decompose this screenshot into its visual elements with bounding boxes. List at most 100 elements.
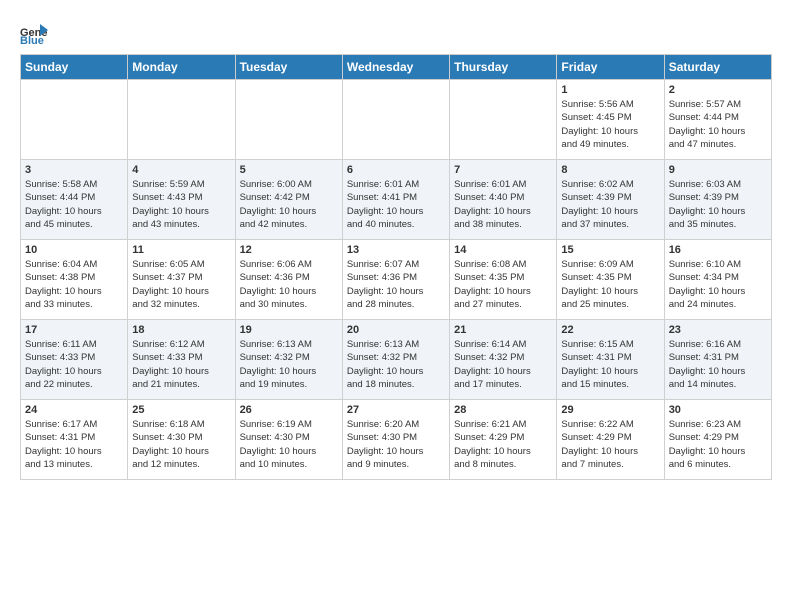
calendar-cell: 28 Sunrise: 6:21 AM Sunset: 4:29 PM Dayli… [450,400,557,480]
day-number: 21 [454,324,552,336]
day-number: 30 [669,404,767,416]
day-info: Sunrise: 6:21 AM Sunset: 4:29 PM Dayligh… [454,418,552,471]
day-number: 14 [454,244,552,256]
calendar-cell: 9Sunrise: 6:03 AM Sunset: 4:39 PM Daylig… [664,160,771,240]
day-number: 2 [669,84,767,96]
calendar-cell: 19 Sunrise: 6:13 AM Sunset: 4:32 PM Dayli… [235,320,342,400]
day-info: Sunrise: 6:07 AM Sunset: 4:36 PM Dayligh… [347,258,445,311]
calendar-cell [128,80,235,160]
header: General Blue [20,16,772,44]
calendar-cell: 1 Sunrise: 5:56 AM Sunset: 4:45 PM Daylig… [557,80,664,160]
calendar-cell: 11 Sunrise: 6:05 AM Sunset: 4:37 PM Dayli… [128,240,235,320]
calendar-cell: 10 Sunrise: 6:04 AM Sunset: 4:38 PM Dayli… [21,240,128,320]
day-info: Sunrise: 5:57 AM Sunset: 4:44 PM Dayligh… [669,98,767,151]
calendar-cell: 3Sunrise: 5:58 AM Sunset: 4:44 PM Daylig… [21,160,128,240]
calendar-cell: 14Sunrise: 6:08 AM Sunset: 4:35 PM Dayli… [450,240,557,320]
calendar-header-row: SundayMondayTuesdayWednesdayThursdayFrid… [21,55,772,80]
calendar-cell: 29 Sunrise: 6:22 AM Sunset: 4:29 PM Dayli… [557,400,664,480]
day-number: 13 [347,244,445,256]
calendar-week-5: 24Sunrise: 6:17 AM Sunset: 4:31 PM Dayli… [21,400,772,480]
calendar-cell: 15Sunrise: 6:09 AM Sunset: 4:35 PM Dayli… [557,240,664,320]
day-info: Sunrise: 6:18 AM Sunset: 4:30 PM Dayligh… [132,418,230,471]
day-info: Sunrise: 6:19 AM Sunset: 4:30 PM Dayligh… [240,418,338,471]
day-info: Sunrise: 6:04 AM Sunset: 4:38 PM Dayligh… [25,258,123,311]
calendar-week-3: 10 Sunrise: 6:04 AM Sunset: 4:38 PM Dayli… [21,240,772,320]
calendar-cell: 16Sunrise: 6:10 AM Sunset: 4:34 PM Dayli… [664,240,771,320]
day-number: 6 [347,164,445,176]
calendar-cell: 30Sunrise: 6:23 AM Sunset: 4:29 PM Dayli… [664,400,771,480]
day-info: Sunrise: 6:14 AM Sunset: 4:32 PM Dayligh… [454,338,552,391]
day-number: 28 [454,404,552,416]
calendar-cell [235,80,342,160]
day-number: 18 [132,324,230,336]
calendar-cell: 18Sunrise: 6:12 AM Sunset: 4:33 PM Dayli… [128,320,235,400]
logo: General Blue [20,16,50,44]
calendar-cell: 5Sunrise: 6:00 AM Sunset: 4:42 PM Daylig… [235,160,342,240]
day-info: Sunrise: 6:13 AM Sunset: 4:32 PM Dayligh… [347,338,445,391]
calendar-cell: 7 Sunrise: 6:01 AM Sunset: 4:40 PM Daylig… [450,160,557,240]
day-info: Sunrise: 6:09 AM Sunset: 4:35 PM Dayligh… [561,258,659,311]
day-info: Sunrise: 6:02 AM Sunset: 4:39 PM Dayligh… [561,178,659,231]
day-header-friday: Friday [557,55,664,80]
day-info: Sunrise: 6:05 AM Sunset: 4:37 PM Dayligh… [132,258,230,311]
day-number: 4 [132,164,230,176]
day-number: 19 [240,324,338,336]
day-number: 25 [132,404,230,416]
day-number: 26 [240,404,338,416]
day-info: Sunrise: 6:17 AM Sunset: 4:31 PM Dayligh… [25,418,123,471]
calendar: SundayMondayTuesdayWednesdayThursdayFrid… [20,54,772,480]
day-info: Sunrise: 6:00 AM Sunset: 4:42 PM Dayligh… [240,178,338,231]
calendar-cell: 22 Sunrise: 6:15 AM Sunset: 4:31 PM Dayli… [557,320,664,400]
day-number: 11 [132,244,230,256]
day-number: 10 [25,244,123,256]
day-header-wednesday: Wednesday [342,55,449,80]
calendar-cell: 27 Sunrise: 6:20 AM Sunset: 4:30 PM Dayli… [342,400,449,480]
calendar-cell: 25 Sunrise: 6:18 AM Sunset: 4:30 PM Dayli… [128,400,235,480]
calendar-week-2: 3Sunrise: 5:58 AM Sunset: 4:44 PM Daylig… [21,160,772,240]
day-info: Sunrise: 6:11 AM Sunset: 4:33 PM Dayligh… [25,338,123,391]
page: General Blue SundayMondayTuesdayWednesda… [0,0,792,490]
day-info: Sunrise: 5:56 AM Sunset: 4:45 PM Dayligh… [561,98,659,151]
day-info: Sunrise: 6:15 AM Sunset: 4:31 PM Dayligh… [561,338,659,391]
calendar-cell [21,80,128,160]
calendar-cell: 2 Sunrise: 5:57 AM Sunset: 4:44 PM Daylig… [664,80,771,160]
day-number: 27 [347,404,445,416]
calendar-week-4: 17 Sunrise: 6:11 AM Sunset: 4:33 PM Dayli… [21,320,772,400]
calendar-cell: 21 Sunrise: 6:14 AM Sunset: 4:32 PM Dayli… [450,320,557,400]
calendar-cell: 6 Sunrise: 6:01 AM Sunset: 4:41 PM Daylig… [342,160,449,240]
day-number: 17 [25,324,123,336]
day-info: Sunrise: 6:01 AM Sunset: 4:41 PM Dayligh… [347,178,445,231]
day-number: 23 [669,324,767,336]
day-number: 1 [561,84,659,96]
day-header-thursday: Thursday [450,55,557,80]
day-info: Sunrise: 6:22 AM Sunset: 4:29 PM Dayligh… [561,418,659,471]
day-header-tuesday: Tuesday [235,55,342,80]
day-info: Sunrise: 6:13 AM Sunset: 4:32 PM Dayligh… [240,338,338,391]
day-number: 22 [561,324,659,336]
calendar-cell: 17 Sunrise: 6:11 AM Sunset: 4:33 PM Dayli… [21,320,128,400]
calendar-cell: 24Sunrise: 6:17 AM Sunset: 4:31 PM Dayli… [21,400,128,480]
day-number: 9 [669,164,767,176]
day-number: 8 [561,164,659,176]
day-info: Sunrise: 5:59 AM Sunset: 4:43 PM Dayligh… [132,178,230,231]
day-header-monday: Monday [128,55,235,80]
day-number: 3 [25,164,123,176]
day-number: 7 [454,164,552,176]
calendar-cell: 26 Sunrise: 6:19 AM Sunset: 4:30 PM Dayli… [235,400,342,480]
logo-icon: General Blue [20,16,48,44]
calendar-cell: 12 Sunrise: 6:06 AM Sunset: 4:36 PM Dayli… [235,240,342,320]
day-info: Sunrise: 6:06 AM Sunset: 4:36 PM Dayligh… [240,258,338,311]
day-header-sunday: Sunday [21,55,128,80]
day-number: 20 [347,324,445,336]
svg-text:Blue: Blue [20,35,44,44]
calendar-cell: 4 Sunrise: 5:59 AM Sunset: 4:43 PM Daylig… [128,160,235,240]
day-number: 12 [240,244,338,256]
day-info: Sunrise: 6:10 AM Sunset: 4:34 PM Dayligh… [669,258,767,311]
calendar-cell: 23Sunrise: 6:16 AM Sunset: 4:31 PM Dayli… [664,320,771,400]
calendar-cell [450,80,557,160]
day-info: Sunrise: 6:20 AM Sunset: 4:30 PM Dayligh… [347,418,445,471]
calendar-cell [342,80,449,160]
day-info: Sunrise: 6:01 AM Sunset: 4:40 PM Dayligh… [454,178,552,231]
day-header-saturday: Saturday [664,55,771,80]
day-number: 29 [561,404,659,416]
